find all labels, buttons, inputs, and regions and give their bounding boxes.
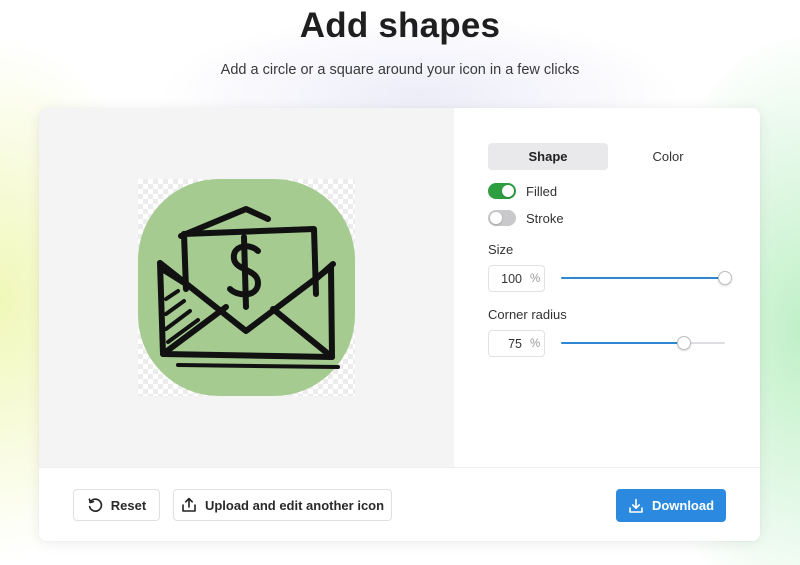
settings-panel: Shape Color Filled Stroke Size 100 % Cor… bbox=[454, 108, 760, 467]
editor-card: Shape Color Filled Stroke Size 100 % Cor… bbox=[39, 108, 760, 541]
page-subtitle: Add a circle or a square around your ico… bbox=[220, 62, 580, 78]
filled-label: Filled bbox=[526, 183, 558, 199]
stroke-toggle[interactable] bbox=[488, 210, 516, 226]
reset-label: Reset bbox=[110, 497, 147, 513]
size-input[interactable]: 100 % bbox=[488, 265, 545, 292]
corner-radius-value: 75 bbox=[508, 336, 522, 351]
size-value: 100 bbox=[501, 271, 522, 286]
reset-icon bbox=[88, 498, 102, 512]
filled-toggle[interactable] bbox=[488, 183, 516, 199]
toggle-knob bbox=[502, 185, 514, 197]
download-label: Download bbox=[651, 498, 715, 513]
reset-button[interactable]: Reset bbox=[73, 489, 160, 521]
size-label: Size bbox=[488, 242, 514, 257]
preview-pane bbox=[39, 108, 454, 467]
shape-color-tabs: Shape Color bbox=[488, 143, 728, 170]
page-title: Add shapes bbox=[299, 6, 501, 45]
size-unit: % bbox=[530, 272, 541, 285]
toggle-knob bbox=[490, 212, 502, 224]
size-slider[interactable] bbox=[561, 270, 732, 286]
tab-color[interactable]: Color bbox=[608, 143, 728, 170]
icon-preview bbox=[138, 179, 355, 396]
filled-toggle-row[interactable]: Filled bbox=[488, 183, 557, 199]
upload-another-icon-button[interactable]: Upload and edit another icon bbox=[173, 489, 392, 521]
download-button[interactable]: Download bbox=[616, 489, 726, 522]
upload-label: Upload and edit another icon bbox=[204, 497, 385, 513]
tab-shape[interactable]: Shape bbox=[488, 143, 608, 170]
corner-radius-unit: % bbox=[530, 337, 541, 350]
stroke-label: Stroke bbox=[526, 210, 564, 226]
slider-thumb[interactable] bbox=[718, 271, 732, 285]
slider-fill bbox=[561, 342, 684, 344]
slider-fill bbox=[561, 277, 725, 279]
preview-canvas bbox=[138, 179, 355, 396]
corner-radius-label: Corner radius bbox=[488, 307, 567, 322]
upload-icon bbox=[182, 497, 196, 512]
download-icon bbox=[629, 498, 643, 513]
corner-radius-input[interactable]: 75 % bbox=[488, 330, 545, 357]
action-bar: Reset Upload and edit another icon Downl… bbox=[39, 467, 760, 541]
slider-thumb[interactable] bbox=[677, 336, 691, 350]
corner-radius-slider[interactable] bbox=[561, 335, 725, 351]
stroke-toggle-row[interactable]: Stroke bbox=[488, 210, 564, 226]
